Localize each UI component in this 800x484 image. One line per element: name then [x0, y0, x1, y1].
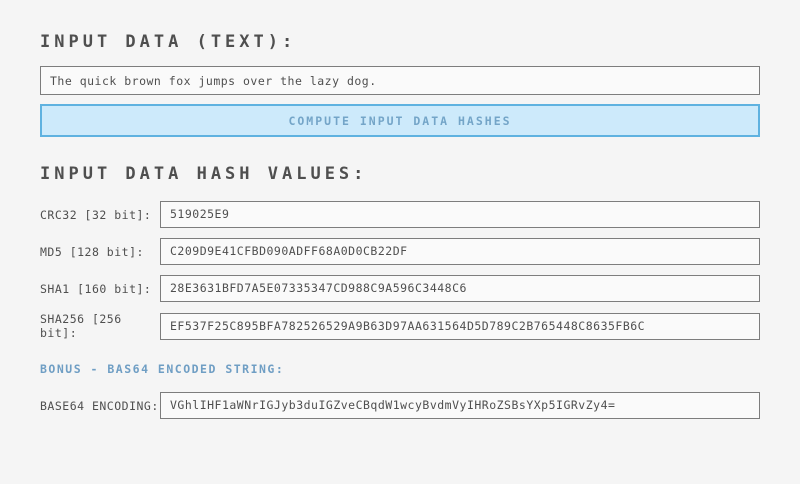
hash-row-md5: MD5 [128 bit]: C209D9E41CFBD090ADFF68A0D… [40, 238, 760, 265]
crc32-label: CRC32 [32 bit]: [40, 208, 160, 222]
hash-rows: CRC32 [32 bit]: 519025E9 MD5 [128 bit]: … [40, 201, 760, 340]
base64-value-field[interactable]: VGhlIHF1aWNrIGJyb3duIGZveCBqdW1wcyBvdmVy… [160, 392, 760, 419]
bonus-base64-title: BONUS - BAS64 ENCODED STRING: [40, 362, 760, 376]
hash-row-crc32: CRC32 [32 bit]: 519025E9 [40, 201, 760, 228]
sha256-value-field[interactable]: EF537F25C895BFA782526529A9B63D97AA631564… [160, 313, 760, 340]
base64-label: BASE64 ENCODING: [40, 399, 160, 413]
sha1-label: SHA1 [160 bit]: [40, 282, 160, 296]
sha256-label: SHA256 [256 bit]: [40, 312, 160, 340]
input-data-field[interactable] [40, 66, 760, 95]
md5-label: MD5 [128 bit]: [40, 245, 160, 259]
hash-row-sha1: SHA1 [160 bit]: 28E3631BFD7A5E07335347CD… [40, 275, 760, 302]
crc32-value-field[interactable]: 519025E9 [160, 201, 760, 228]
page-container: INPUT DATA (TEXT): COMPUTE INPUT DATA HA… [0, 34, 800, 419]
compute-hashes-button[interactable]: COMPUTE INPUT DATA HASHES [40, 104, 760, 137]
sha1-value-field[interactable]: 28E3631BFD7A5E07335347CD988C9A596C3448C6 [160, 275, 760, 302]
input-data-title: INPUT DATA (TEXT): [40, 34, 760, 50]
hash-row-base64: BASE64 ENCODING: VGhlIHF1aWNrIGJyb3duIGZ… [40, 392, 760, 419]
hash-values-title: INPUT DATA HASH VALUES: [40, 166, 760, 182]
hash-row-sha256: SHA256 [256 bit]: EF537F25C895BFA7825265… [40, 312, 760, 340]
md5-value-field[interactable]: C209D9E41CFBD090ADFF68A0D0CB22DF [160, 238, 760, 265]
